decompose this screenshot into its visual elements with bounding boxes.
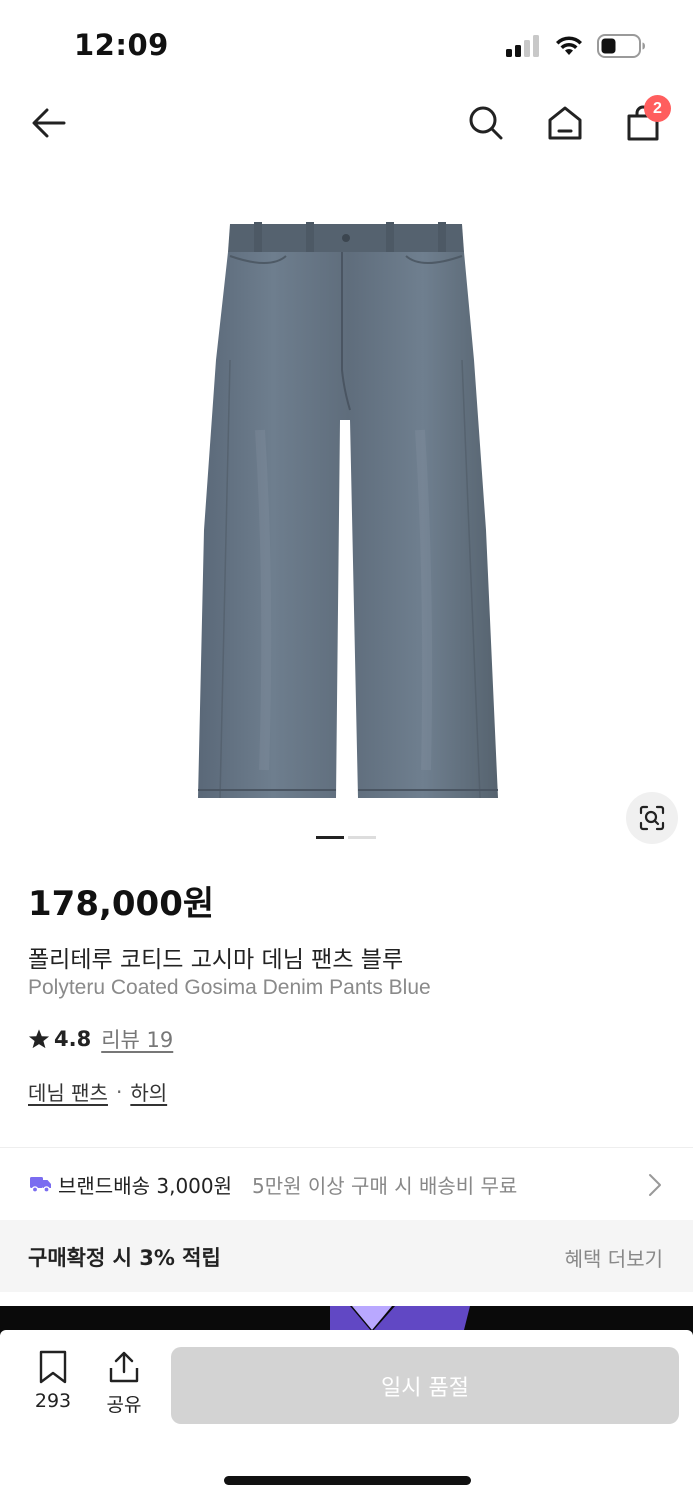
category-breadcrumb: 데님 팬츠 · 하의 [28,1077,167,1106]
more-benefits-link[interactable]: 혜택 더보기 [565,1243,663,1272]
gallery-dot-2 [348,836,376,839]
sold-out-button[interactable]: 일시 품절 [171,1347,679,1424]
points-benefit-label: 구매확정 시 3% 적립 [28,1246,221,1270]
back-button[interactable] [24,98,74,148]
category-separator: · [115,1079,123,1104]
share-icon [109,1351,139,1383]
rating-row: 4.8 리뷰 19 [28,1024,173,1054]
product-name-english: Polyteru Coated Gosima Denim Pants Blue [28,976,431,999]
gallery-dot-1 [316,836,344,839]
gallery-page-indicator [316,836,376,840]
bookmark-icon [39,1350,67,1384]
share-button[interactable]: 공유 [94,1350,154,1417]
free-shipping-condition: 5만원 이상 구매 시 배송비 무료 [252,1174,518,1198]
top-navigation: 2 [0,90,693,160]
wifi-icon [556,36,582,55]
bottom-action-bar: 293 공유 일시 품절 [0,1330,693,1500]
review-link[interactable]: 리뷰 19 [101,1024,173,1054]
cart-count-badge: 2 [644,95,671,122]
search-button[interactable] [461,98,511,148]
image-search-button[interactable] [626,792,678,844]
benefit-row: 구매확정 시 3% 적립 혜택 더보기 [0,1220,693,1292]
shipping-fee-label: 브랜드배송 3,000원 [58,1174,233,1198]
share-label: 공유 [106,1394,142,1416]
lens-search-icon [639,805,665,831]
wishlist-count: 293 [34,1390,72,1412]
shipping-info-row[interactable]: 브랜드배송 3,000원 5만원 이상 구매 시 배송비 무료 [0,1148,693,1220]
cart-button[interactable]: 2 [618,95,671,148]
home-button[interactable] [540,98,590,148]
truck-icon [30,1177,51,1193]
status-bar: 12:09 [0,0,693,90]
chevron-right-icon [649,1174,661,1196]
product-name-korean: 폴리테루 코티드 고시마 데님 팬츠 블루 [28,947,404,973]
category-link-bottoms[interactable]: 하의 [130,1077,167,1106]
battery-icon [597,34,645,58]
rating-value: 4.8 [54,1027,92,1051]
status-time: 12:09 [74,28,169,62]
search-icon [469,106,503,140]
arrow-left-icon [32,108,66,138]
category-link-denim-pants[interactable]: 데님 팬츠 [28,1077,108,1106]
product-price: 178,000원 [28,884,215,924]
product-image[interactable] [190,210,510,810]
wishlist-button[interactable]: 293 [23,1350,83,1412]
star-icon [28,1029,50,1049]
product-detail-page: 12:09 2 178,000원 폴리테루 코티드 고시마 데님 팬츠 블루 P… [0,0,693,1500]
cellular-signal-icon [506,35,542,57]
home-icon [548,106,582,140]
home-indicator [224,1476,471,1485]
